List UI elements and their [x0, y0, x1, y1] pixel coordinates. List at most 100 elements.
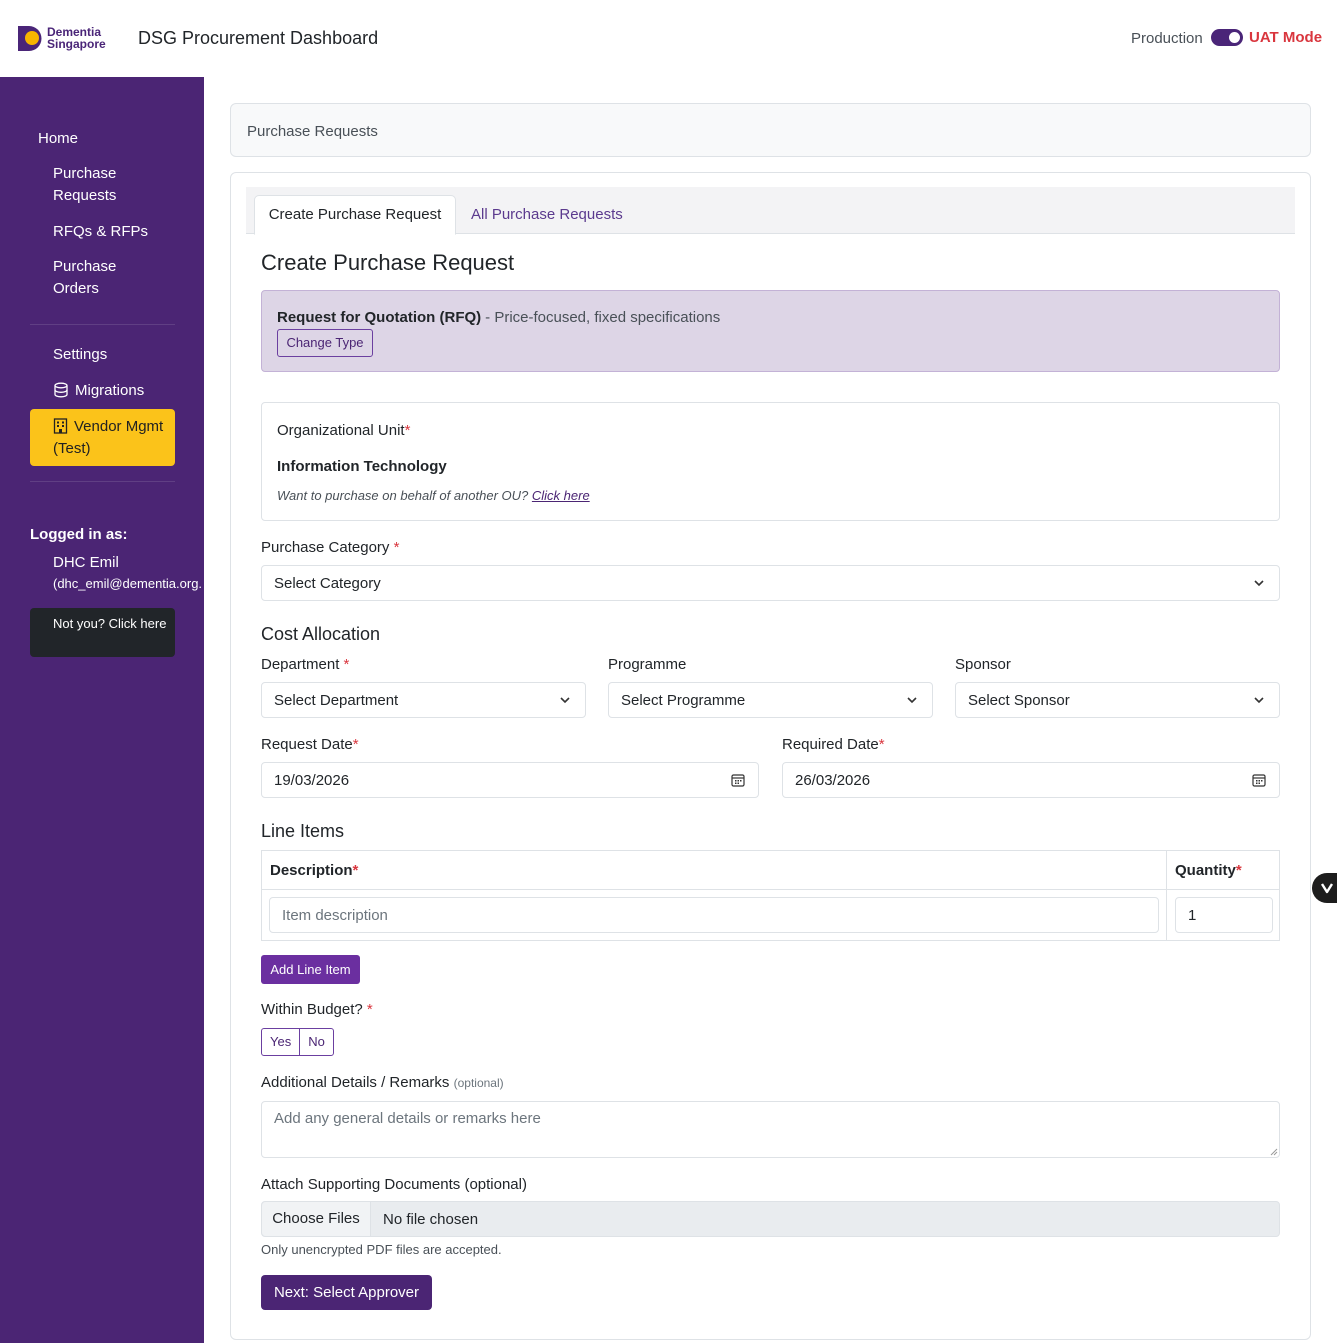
sponsor-select[interactable]: Select Sponsor [955, 682, 1280, 718]
required-mark: * [352, 736, 359, 753]
floating-widget-button[interactable] [1312, 873, 1337, 903]
purchase-category-value: Select Category [274, 575, 381, 592]
ou-value: Information Technology [277, 458, 447, 475]
file-input[interactable]: Choose Files No file chosen [261, 1201, 1280, 1237]
sidebar: Home Purchase Requests RFQs & RFPs Purch… [0, 77, 204, 1343]
sponsor-label: Sponsor [955, 656, 1011, 673]
line-items-heading: Line Items [261, 821, 345, 841]
attachments-label: Attach Supporting Documents (optional) [261, 1176, 527, 1193]
column-divider [1166, 851, 1167, 940]
sponsor-value: Select Sponsor [968, 692, 1070, 709]
optional-tag: (optional) [453, 1076, 504, 1090]
cost-allocation-heading: Cost Allocation [261, 624, 381, 644]
request-type-title: Request for Quotation (RFQ) - Price-focus… [277, 309, 720, 326]
dementia-singapore-logo[interactable]: Dementia Singapore [17, 24, 117, 54]
within-budget-toggle-group: Yes No [261, 1028, 334, 1056]
sidebar-item-purchase-orders[interactable]: Purchase Orders [53, 256, 143, 300]
organizational-unit-card: Organizational Unit* Information Technol… [261, 402, 1280, 521]
env-production-label: Production [1131, 30, 1203, 47]
sidebar-item-vendor-label: Vendor Mgmt (Test) [53, 418, 164, 457]
col-quantity-header: Quantity* [1175, 862, 1242, 879]
top-bar: Dementia Singapore DSG Procurement Dashb… [0, 0, 1337, 77]
remarks-textarea[interactable] [261, 1101, 1280, 1158]
request-type-name: Request for Quotation (RFQ) [277, 309, 482, 326]
breadcrumb: Purchase Requests [230, 103, 1311, 157]
request-type-subtitle: - Price-focused, fixed specifications [485, 309, 721, 326]
chevron-down-icon [907, 697, 917, 704]
file-status: No file chosen [383, 1211, 479, 1228]
header-divider [262, 889, 1279, 890]
required-mark: * [343, 656, 350, 673]
sidebar-item-settings[interactable]: Settings [53, 344, 107, 366]
chevron-down-icon [560, 697, 570, 704]
add-line-item-button[interactable]: Add Line Item [261, 955, 360, 984]
sidebar-item-migrations[interactable]: Migrations [53, 380, 144, 402]
logged-in-label: Logged in as: [30, 526, 128, 543]
department-value: Select Department [274, 692, 399, 709]
logo-text: Dementia Singapore [47, 26, 106, 50]
within-budget-label: Within Budget? * [261, 1001, 373, 1018]
calendar-icon[interactable] [731, 773, 745, 787]
required-date-input[interactable]: 26/03/2026 [782, 762, 1280, 798]
request-date-input[interactable]: 19/03/2026 [261, 762, 759, 798]
item-quantity-input[interactable] [1175, 897, 1273, 933]
user-name: DHC Emil [53, 554, 119, 571]
page-title: Create Purchase Request [261, 250, 515, 275]
breadcrumb-text: Purchase Requests [247, 123, 378, 140]
sidebar-item-purchase-requests[interactable]: Purchase Requests [53, 163, 143, 207]
required-mark: * [366, 1001, 373, 1018]
logo-line2: Singapore [47, 37, 106, 51]
programme-value: Select Programme [621, 692, 746, 709]
item-description-input[interactable] [269, 897, 1159, 933]
required-mark: * [393, 539, 400, 556]
not-you-button[interactable]: Not you? Click here [30, 608, 175, 657]
env-uat-label: UAT Mode [1249, 29, 1323, 46]
line-items-table: Description* Quantity* [261, 850, 1280, 941]
choose-files-button[interactable]: Choose Files [262, 1202, 371, 1236]
chevron-down-icon [1320, 883, 1334, 894]
programme-select[interactable]: Select Programme [608, 682, 933, 718]
app-title: DSG Procurement Dashboard [138, 28, 379, 48]
required-mark: * [1235, 862, 1242, 879]
ou-help-text: Want to purchase on behalf of another OU… [277, 488, 590, 503]
next-select-approver-button[interactable]: Next: Select Approver [261, 1275, 432, 1310]
user-email: (dhc_emil@dementia.org. [53, 576, 203, 591]
calendar-icon[interactable] [1252, 773, 1266, 787]
programme-label: Programme [608, 656, 687, 673]
department-select[interactable]: Select Department [261, 682, 586, 718]
sidebar-item-migrations-label: Migrations [75, 382, 145, 399]
attachments-help-text: Only unencrypted PDF files are accepted. [261, 1242, 502, 1257]
within-budget-yes-button[interactable]: Yes [262, 1029, 299, 1055]
request-date-value: 19/03/2026 [274, 772, 350, 789]
required-date-label: Required Date* [782, 736, 885, 753]
logo-mark-icon [18, 26, 42, 51]
toggle-knob [1229, 32, 1240, 43]
sidebar-item-rfqs-rfps[interactable]: RFQs & RFPs [53, 221, 148, 243]
purchase-category-label: Purchase Category * [261, 539, 400, 556]
tab-create-purchase-request[interactable]: Create Purchase Request [254, 195, 456, 235]
change-type-button[interactable]: Change Type [277, 329, 373, 357]
col-description-header: Description* [270, 862, 359, 879]
sidebar-item-home[interactable]: Home [38, 128, 78, 150]
request-type-banner: Request for Quotation (RFQ) - Price-focus… [261, 290, 1280, 372]
department-label: Department * [261, 656, 350, 673]
required-mark: * [404, 422, 411, 439]
required-date-value: 26/03/2026 [795, 772, 871, 789]
request-date-label: Request Date* [261, 736, 359, 753]
chevron-down-icon [1254, 697, 1264, 704]
ou-click-here-link[interactable]: Click here [532, 488, 590, 503]
building-icon [53, 418, 68, 434]
required-mark: * [352, 862, 359, 879]
tab-all-purchase-requests[interactable]: All Purchase Requests [471, 206, 623, 223]
resize-grip-icon[interactable] [1270, 1148, 1278, 1156]
sidebar-item-vendor-mgmt[interactable]: Vendor Mgmt (Test) [30, 409, 175, 466]
uat-mode-toggle[interactable] [1211, 29, 1243, 46]
chevron-down-icon [1254, 580, 1264, 587]
required-mark: * [878, 736, 885, 753]
sidebar-divider [30, 481, 175, 482]
sidebar-divider [30, 324, 175, 325]
database-icon [54, 382, 68, 398]
remarks-label: Additional Details / Remarks (optional) [261, 1074, 504, 1091]
purchase-category-select[interactable]: Select Category [261, 565, 1280, 601]
within-budget-no-button[interactable]: No [299, 1029, 333, 1055]
